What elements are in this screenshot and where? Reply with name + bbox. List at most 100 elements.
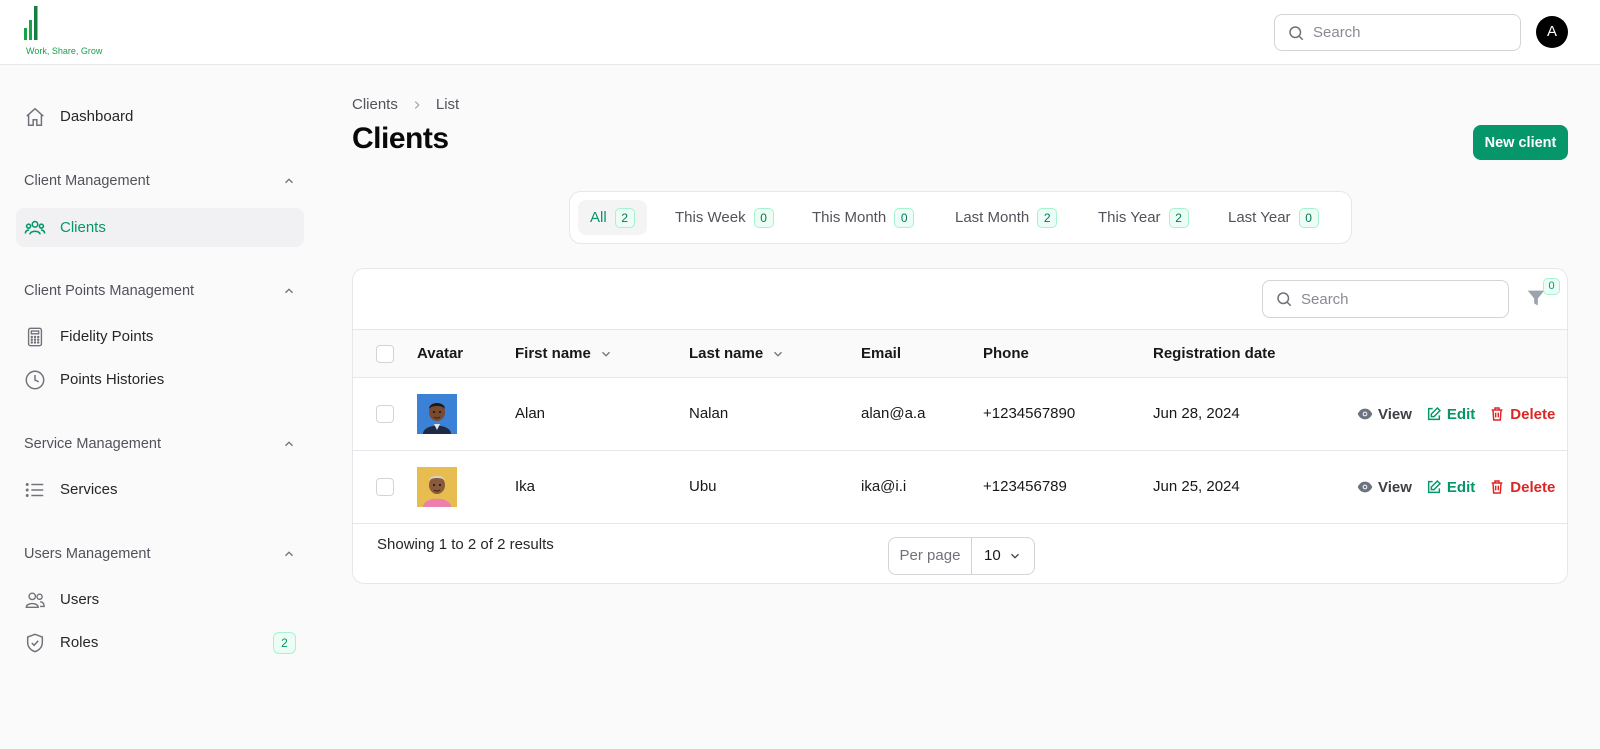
row-checkbox[interactable] xyxy=(376,405,394,423)
per-page-value: 10 xyxy=(984,547,1001,564)
avatar xyxy=(417,394,457,434)
tab-count-badge: 2 xyxy=(1037,207,1058,228)
table-row[interactable]: Ika Ubu ika@i.i +123456789 Jun 25, 2024 … xyxy=(353,451,1567,524)
cell-phone: +123456789 xyxy=(983,478,1067,495)
search-icon xyxy=(1289,26,1304,41)
avatar xyxy=(417,467,457,507)
chevron-down-icon[interactable] xyxy=(771,347,785,361)
group-client-points-management[interactable]: Client Points Management xyxy=(24,279,296,303)
calculator-icon xyxy=(24,326,46,348)
column-label: First name xyxy=(515,345,591,362)
table-search-input[interactable] xyxy=(1301,281,1501,317)
sidebar-item-fidelity-points[interactable]: Fidelity Points xyxy=(16,317,304,356)
delete-button[interactable]: Delete xyxy=(1489,406,1555,423)
list-icon xyxy=(24,479,46,501)
select-all-checkbox[interactable] xyxy=(376,345,394,363)
edit-label: Edit xyxy=(1446,478,1476,496)
table-search[interactable] xyxy=(1262,280,1509,318)
edit-button[interactable]: Edit xyxy=(1426,479,1475,496)
tab-this-year[interactable]: This Year 2 xyxy=(1086,200,1201,235)
column-email: Email xyxy=(861,330,901,377)
column-label: Avatar xyxy=(417,345,464,362)
group-label: Client Points Management xyxy=(24,283,195,299)
tab-count-badge: 2 xyxy=(614,207,635,228)
table-header: Avatar First name Last name Email Phone … xyxy=(353,329,1567,378)
view-button[interactable]: View xyxy=(1357,406,1412,423)
column-last-name[interactable]: Last name xyxy=(689,330,785,377)
global-search-input[interactable] xyxy=(1313,15,1513,50)
group-users-management[interactable]: Users Management xyxy=(24,542,296,566)
view-label: View xyxy=(1378,478,1412,496)
home-icon xyxy=(24,106,46,128)
column-label: Last name xyxy=(689,345,764,362)
column-avatar: Avatar xyxy=(417,330,463,377)
tab-label: Last Month xyxy=(955,209,1030,226)
results-summary: Showing 1 to 2 of 2 results xyxy=(377,536,554,553)
delete-label: Delete xyxy=(1510,405,1556,423)
row-checkbox[interactable] xyxy=(376,478,394,496)
logo-bars-icon xyxy=(24,6,38,40)
column-label: Phone xyxy=(983,345,1029,362)
sidebar-item-points-histories[interactable]: Points Histories xyxy=(16,360,304,399)
tab-last-month[interactable]: Last Month 2 xyxy=(943,200,1069,235)
top-bar: Work, Share, Grow A xyxy=(0,0,1600,65)
cell-last-name: Nalan xyxy=(689,405,729,422)
tab-all[interactable]: All 2 xyxy=(578,200,647,235)
sidebar: Dashboard Client Management Clients Clie… xyxy=(0,65,320,749)
chevron-up-icon xyxy=(285,288,293,294)
delete-button[interactable]: Delete xyxy=(1489,479,1555,496)
chevron-right-icon xyxy=(410,98,424,112)
sidebar-item-label: Dashboard xyxy=(60,108,134,125)
period-tabs: All 2 This Week 0 This Month 0 Last Mont… xyxy=(569,191,1352,244)
roles-count-badge: 2 xyxy=(273,632,296,654)
shield-icon xyxy=(24,632,46,654)
sidebar-item-clients[interactable]: Clients xyxy=(16,208,304,247)
edit-button[interactable]: Edit xyxy=(1426,406,1475,423)
tab-count-badge: 0 xyxy=(753,207,774,228)
table-row[interactable]: Alan Nalan alan@a.a +1234567890 Jun 28, … xyxy=(353,378,1567,451)
per-page-select[interactable]: 10 xyxy=(972,538,1034,574)
tab-this-week[interactable]: This Week 0 xyxy=(663,200,786,235)
sidebar-item-roles[interactable]: Roles 2 xyxy=(16,623,304,662)
sidebar-item-label: Roles xyxy=(60,634,99,651)
tab-label: This Month xyxy=(812,209,887,226)
breadcrumb: Clients List xyxy=(352,96,459,113)
cell-registration-date: Jun 25, 2024 xyxy=(1153,478,1240,495)
global-search[interactable] xyxy=(1274,14,1521,51)
logo[interactable]: Work, Share, Grow xyxy=(24,6,114,58)
tab-label: This Week xyxy=(675,209,746,226)
cell-first-name: Ika xyxy=(515,478,536,495)
search-icon xyxy=(1277,292,1292,307)
sidebar-item-dashboard[interactable]: Dashboard xyxy=(16,97,304,136)
breadcrumb-current: List xyxy=(435,96,460,113)
sidebar-item-label: Clients xyxy=(60,219,106,236)
cell-email: ika@i.i xyxy=(861,478,907,495)
view-button[interactable]: View xyxy=(1357,479,1412,496)
per-page-control: Per page 10 xyxy=(888,537,1035,575)
tab-this-month[interactable]: This Month 0 xyxy=(800,200,926,235)
column-phone: Phone xyxy=(983,330,1029,377)
column-label: Registration date xyxy=(1153,345,1276,362)
eye-icon xyxy=(1357,408,1373,420)
edit-label: Edit xyxy=(1446,405,1476,423)
delete-label: Delete xyxy=(1510,478,1556,496)
group-service-management[interactable]: Service Management xyxy=(24,432,296,456)
chevron-down-icon[interactable] xyxy=(599,347,613,361)
view-label: View xyxy=(1378,405,1412,423)
tab-count-badge: 0 xyxy=(1298,207,1319,228)
column-first-name[interactable]: First name xyxy=(515,330,613,377)
sidebar-item-users[interactable]: Users xyxy=(16,580,304,619)
user-avatar[interactable]: A xyxy=(1536,16,1568,48)
tab-last-year[interactable]: Last Year 0 xyxy=(1216,200,1331,235)
breadcrumb-clients-link[interactable]: Clients xyxy=(352,96,398,113)
logo-tagline: Work, Share, Grow xyxy=(26,46,103,56)
sidebar-item-services[interactable]: Services xyxy=(16,470,304,509)
new-client-button[interactable]: New client xyxy=(1473,125,1568,160)
column-label: Email xyxy=(861,345,902,362)
cell-first-name: Alan xyxy=(515,405,546,422)
group-client-management[interactable]: Client Management xyxy=(24,169,296,193)
tab-label: Last Year xyxy=(1228,209,1291,226)
cell-registration-date: Jun 28, 2024 xyxy=(1153,405,1240,422)
row-actions: View Edit Delete xyxy=(1357,378,1555,450)
clock-icon xyxy=(24,369,46,391)
